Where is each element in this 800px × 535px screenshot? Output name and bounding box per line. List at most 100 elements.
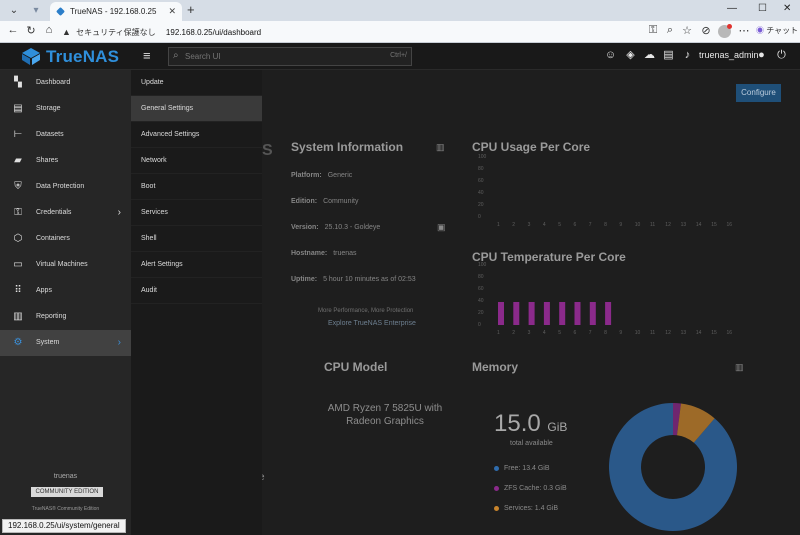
configure-button[interactable]: Configure xyxy=(736,84,781,102)
reload-icon[interactable]: ↻ xyxy=(24,24,38,37)
sidebar-copyright: TrueNAS® Community Edition xyxy=(31,506,100,512)
feedback-smile-icon[interactable]: ☺ xyxy=(604,49,617,62)
storage-icon: ▤ xyxy=(13,103,23,114)
submenu-item-audit[interactable]: Audit xyxy=(131,278,262,304)
report-chart-icon[interactable]: ▥ xyxy=(436,142,445,153)
sidebar-item-shares[interactable]: ▰ Shares xyxy=(0,148,131,174)
hidden-card-fragment-s: S xyxy=(262,142,273,159)
username-label[interactable]: truenas_admin xyxy=(699,50,759,60)
browser-tab-bar: ⌄ ▾ TrueNAS - 192.168.0.25 ✕ + — ☐ ✕ xyxy=(0,0,800,21)
legend-label: ZFS Cache: xyxy=(504,485,542,492)
browser-status-url: 192.168.0.25/ui/system/general xyxy=(2,519,126,533)
platform-value: Generic xyxy=(327,172,353,179)
truecommand-icon[interactable]: ◈ xyxy=(624,49,637,62)
sidebar-item-datasets[interactable]: ⊢ Datasets xyxy=(0,122,131,148)
back-icon[interactable]: ← xyxy=(6,24,20,36)
workspace-icon[interactable]: ▾ xyxy=(28,3,44,18)
x-tick-label: 11 xyxy=(650,222,655,228)
sidebar-item-dashboard[interactable]: ▚ Dashboard xyxy=(0,70,131,96)
sidebar-item-reporting[interactable]: ▥ Reporting xyxy=(0,304,131,330)
sidebar-item-virtual-machines[interactable]: ▭ Virtual Machines xyxy=(0,252,131,278)
sidebar-item-label: Reporting xyxy=(36,313,67,320)
sidebar-item-storage[interactable]: ▤ Storage xyxy=(0,96,131,122)
more-icon[interactable]: ⋯ xyxy=(737,24,751,37)
favorite-star-icon[interactable]: ☆ xyxy=(680,24,694,37)
system-submenu: Update General Settings Advanced Setting… xyxy=(131,70,262,535)
uptime-value: 5 hour 10 minutes as of 02:53 xyxy=(323,276,416,283)
cpu-temp-chart: 100806040200 1 2 3 4 5 6 7 8 9 10 11 12 13 14 15 16 xyxy=(478,262,732,336)
sidebar-item-label: Shares xyxy=(36,157,59,164)
version-value: 25.10.3 - Goldeye xyxy=(324,224,381,231)
submenu-item-network[interactable]: Network xyxy=(131,148,262,174)
copilot-chat-button[interactable]: ◉ チャット xyxy=(756,25,798,36)
sidebar-item-system[interactable]: ⚙ System › xyxy=(0,330,131,356)
submenu-item-update[interactable]: Update xyxy=(131,70,262,96)
memory-total-value: 15.0 xyxy=(494,410,541,437)
x-tick-label: 12 xyxy=(665,222,671,228)
home-icon[interactable]: ⌂ xyxy=(42,24,56,36)
sidebar-item-data-protection[interactable]: ⛨ Data Protection xyxy=(0,174,131,200)
extensions-icon[interactable]: ⊘ xyxy=(699,24,713,37)
new-tab-button[interactable]: + xyxy=(187,2,195,17)
x-tick-label: 6 xyxy=(574,222,577,228)
tab-list-icon[interactable]: ⌄ xyxy=(6,3,22,18)
close-window-icon[interactable]: ✕ xyxy=(783,3,791,14)
minimize-icon[interactable]: — xyxy=(727,3,737,14)
sysinfo-platform: Platform: Generic xyxy=(291,172,352,179)
version-label: Version: xyxy=(291,224,319,231)
legend-dot xyxy=(494,505,499,511)
legend-label: Services: xyxy=(504,505,533,512)
truenas-logo-text: TrueNAS xyxy=(46,47,120,66)
copilot-chat-label: チャット xyxy=(766,26,799,35)
account-icon[interactable]: ● xyxy=(755,49,768,62)
legend-dot xyxy=(494,465,499,471)
power-icon[interactable]: ⏻ xyxy=(775,49,788,62)
sidebar-item-containers[interactable]: ⬡ Containers xyxy=(0,226,131,252)
sidebar-hostname: truenas xyxy=(53,473,78,480)
submenu-item-shell[interactable]: Shell xyxy=(131,226,262,252)
x-tick-label: 8 xyxy=(604,330,607,336)
x-tick-label: 15 xyxy=(711,222,717,228)
y-tick-label: 80 xyxy=(478,274,484,280)
x-tick-label: 15 xyxy=(711,330,717,336)
key-icon: ⚿ xyxy=(14,207,22,218)
key-icon[interactable]: ⚿ xyxy=(646,24,660,37)
y-tick-label: 40 xyxy=(478,190,484,196)
submenu-item-alert-settings[interactable]: Alert Settings xyxy=(131,252,262,278)
explore-enterprise-link[interactable]: Explore TrueNAS Enterprise xyxy=(328,320,416,327)
x-tick-label: 8 xyxy=(604,222,607,228)
cpu-temp-y-axis: 100 80 60 40 20 0 xyxy=(478,262,487,328)
sidebar-item-credentials[interactable]: ⚿ Credentials › xyxy=(0,200,131,226)
y-tick-label: 40 xyxy=(478,298,484,304)
search-input[interactable] xyxy=(185,50,365,63)
menu-toggle-icon[interactable]: ≡ xyxy=(143,49,155,63)
x-tick-label: 4 xyxy=(543,222,546,228)
sidebar-item-apps[interactable]: ⠿ Apps xyxy=(0,278,131,304)
jobs-clipboard-icon[interactable]: ▤ xyxy=(662,49,675,62)
cpu-usage-y-axis: 100 80 60 40 20 0 xyxy=(478,154,487,220)
cpu-temp-bar xyxy=(528,302,535,325)
address-bar[interactable]: ▲ セキュリティ保護なし 192.168.0.25/ui/dashboard xyxy=(62,24,642,40)
submenu-item-general-settings[interactable]: General Settings xyxy=(131,96,262,122)
copy-icon[interactable]: ▣ xyxy=(437,222,446,233)
search-box[interactable]: ⌕ Ctrl+/ xyxy=(168,47,412,66)
maximize-icon[interactable]: ☐ xyxy=(758,3,767,14)
edition-badge: COMMUNITY EDITION xyxy=(31,487,103,497)
security-label: セキュリティ保護なし xyxy=(76,28,156,37)
close-tab-icon[interactable]: ✕ xyxy=(168,2,176,21)
memory-report-icon[interactable]: ▥ xyxy=(735,362,744,373)
chevron-right-icon: › xyxy=(117,207,121,218)
legend-dot xyxy=(494,485,499,491)
x-tick-label: 1 xyxy=(497,330,500,336)
x-tick-label: 9 xyxy=(619,222,622,228)
notifications-bell-icon[interactable]: ♪ xyxy=(681,49,694,62)
zoom-icon[interactable]: ⌕ xyxy=(663,24,677,37)
submenu-item-services[interactable]: Services xyxy=(131,200,262,226)
cpu-temp-bar xyxy=(605,302,612,325)
cpu-temp-bar xyxy=(574,302,581,325)
submenu-item-advanced-settings[interactable]: Advanced Settings xyxy=(131,122,262,148)
directory-services-icon[interactable]: ☁ xyxy=(643,49,656,62)
profile-avatar[interactable] xyxy=(718,24,732,38)
browser-tab-truenas[interactable]: TrueNAS - 192.168.0.25 ✕ xyxy=(50,2,182,21)
submenu-item-boot[interactable]: Boot xyxy=(131,174,262,200)
